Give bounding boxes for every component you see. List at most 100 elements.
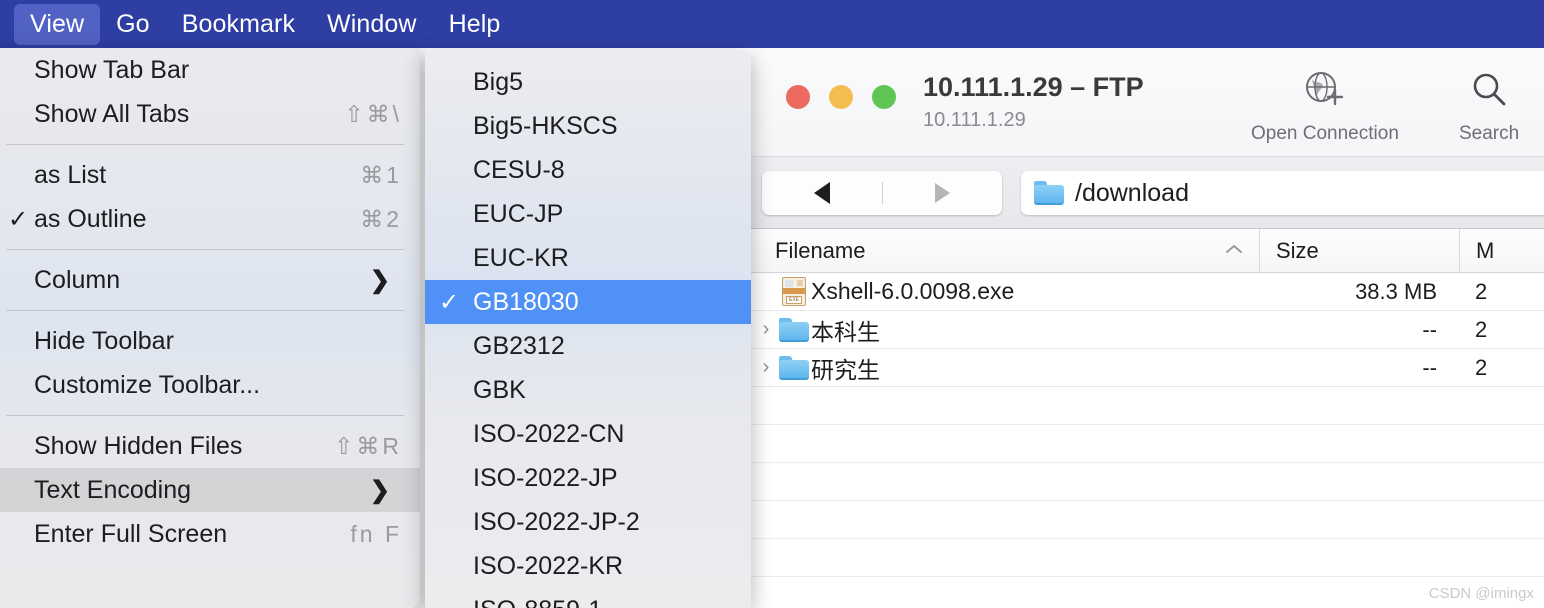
table-row[interactable]: › EXE Xshell-6.0.0098.exe 38.3 MB 2 [751, 273, 1544, 311]
column-header-size-label: Size [1276, 237, 1319, 263]
menu-item-shortcut: fn F [350, 520, 402, 547]
encoding-item-label: Big5-HKSCS [473, 111, 618, 140]
column-header-filename[interactable]: Filename [751, 229, 1259, 272]
forward-arrow-icon [934, 183, 950, 203]
file-modified: 2 [1475, 316, 1488, 342]
encoding-item-euc-kr[interactable]: ✓ EUC-KR [425, 236, 751, 280]
menu-item-enter-full-screen[interactable]: ✓ Enter Full Screen fn F [0, 512, 420, 556]
file-name: Xshell-6.0.0098.exe [811, 278, 1015, 304]
zoom-window-button[interactable] [872, 85, 896, 109]
path-text: /download [1075, 178, 1189, 207]
encoding-item-cesu-8[interactable]: ✓ CESU-8 [425, 148, 751, 192]
encoding-item-label: ISO-2022-KR [473, 551, 624, 580]
menu-help[interactable]: Help [433, 4, 517, 45]
menu-item-label: Text Encoding [34, 475, 192, 504]
ftp-window: 10.111.1.29 – FTP 10.111.1.29 Open Conne… [751, 45, 1544, 608]
encoding-item-label: GBK [473, 375, 526, 404]
encoding-item-gbk[interactable]: ✓ GBK [425, 368, 751, 412]
encoding-item-gb2312[interactable]: ✓ GB2312 [425, 324, 751, 368]
navigation-bar: /download [751, 157, 1544, 229]
menu-item-label: Customize Toolbar... [34, 370, 261, 399]
encoding-item-euc-jp[interactable]: ✓ EUC-JP [425, 192, 751, 236]
menu-item-label: Show Tab Bar [34, 55, 190, 84]
back-button[interactable] [762, 171, 882, 215]
menu-view[interactable]: View [14, 3, 101, 45]
menu-item-show-tab-bar[interactable]: ✓ Show Tab Bar [0, 48, 420, 92]
encoding-item-big5-hkscs[interactable]: ✓ Big5-HKSCS [425, 104, 751, 148]
table-row[interactable]: › 研究生 -- 2 [751, 349, 1544, 387]
file-size: -- [1422, 354, 1437, 380]
sort-ascending-icon [1223, 239, 1245, 262]
forward-button[interactable] [883, 171, 1003, 215]
menu-item-show-hidden-files[interactable]: ✓ Show Hidden Files ⇧⌘R [0, 424, 420, 468]
file-name: 本科生 [811, 318, 880, 345]
encoding-item-iso-8859-1[interactable]: ✓ ISO-8859-1 [425, 588, 751, 608]
column-header-size[interactable]: Size [1259, 229, 1459, 272]
menu-go[interactable]: Go [100, 4, 166, 45]
window-subtitle: 10.111.1.29 [923, 109, 1026, 131]
open-connection-button[interactable]: Open Connection [1251, 70, 1399, 145]
disclosure-triangle-icon[interactable]: › [755, 318, 777, 341]
folder-icon [1034, 181, 1064, 205]
folder-icon [777, 317, 811, 342]
file-size: -- [1422, 316, 1437, 342]
menu-item-customize-toolbar[interactable]: ✓ Customize Toolbar... [0, 363, 420, 407]
encoding-item-label: ISO-2022-JP [473, 463, 618, 492]
encoding-item-iso-2022-jp-2[interactable]: ✓ ISO-2022-JP-2 [425, 500, 751, 544]
encoding-item-iso-2022-cn[interactable]: ✓ ISO-2022-CN [425, 412, 751, 456]
close-window-button[interactable] [786, 85, 810, 109]
row-name-cell: › 本科生 [751, 313, 1259, 347]
row-name-cell: › EXE Xshell-6.0.0098.exe [751, 277, 1259, 306]
menu-separator [6, 415, 404, 416]
empty-row [751, 425, 1544, 463]
menu-item-text-encoding[interactable]: ✓ Text Encoding ❯ [0, 468, 420, 512]
screen-root: 10.111.1.29 – FTP 10.111.1.29 Open Conne… [0, 0, 1544, 608]
file-list-empty-area [751, 387, 1544, 608]
encoding-item-label: ISO-2022-CN [473, 419, 625, 448]
menu-item-shortcut: ⌘1 [360, 161, 402, 188]
nav-segmented-control [762, 171, 1002, 215]
file-name: 研究生 [811, 356, 880, 383]
encoding-item-big5[interactable]: ✓ Big5 [425, 60, 751, 104]
menu-item-show-all-tabs[interactable]: ✓ Show All Tabs ⇧⌘\ [0, 92, 420, 136]
menu-item-column[interactable]: ✓ Column ❯ [0, 258, 420, 302]
open-connection-label: Open Connection [1251, 123, 1399, 144]
row-name-cell: › 研究生 [751, 351, 1259, 385]
menu-item-label: Show All Tabs [34, 99, 190, 128]
column-header-modified[interactable]: M [1459, 229, 1544, 272]
search-label: Search [1459, 123, 1520, 144]
menu-item-hide-toolbar[interactable]: ✓ Hide Toolbar [0, 319, 420, 363]
menu-bookmark[interactable]: Bookmark [166, 4, 311, 45]
encoding-item-iso-2022-kr[interactable]: ✓ ISO-2022-KR [425, 544, 751, 588]
menu-separator [6, 249, 404, 250]
table-row[interactable]: › 本科生 -- 2 [751, 311, 1544, 349]
menu-bar-clipped-item[interactable]: : [0, 10, 14, 39]
menu-item-as-outline[interactable]: ✓ as Outline ⌘2 [0, 197, 420, 241]
encoding-item-gb18030[interactable]: ✓ GB18030 [425, 280, 751, 324]
view-menu-dropdown: ✓ Show Tab Bar ✓ Show All Tabs ⇧⌘\ ✓ as … [0, 48, 420, 608]
search-button[interactable]: Search [1459, 70, 1519, 145]
encoding-item-iso-2022-jp[interactable]: ✓ ISO-2022-JP [425, 456, 751, 500]
menu-separator [6, 144, 404, 145]
empty-row [751, 387, 1544, 425]
empty-row [751, 577, 1544, 608]
menu-item-label: Hide Toolbar [34, 326, 174, 355]
menu-item-shortcut: ⇧⌘R [334, 432, 402, 459]
window-titlebar: 10.111.1.29 – FTP 10.111.1.29 Open Conne… [751, 45, 1544, 157]
menu-item-shortcut: ⌘2 [360, 205, 402, 232]
path-field[interactable]: /download [1021, 171, 1544, 215]
file-size: 38.3 MB [1355, 278, 1437, 304]
globe-plus-icon [1303, 70, 1347, 115]
menu-item-as-list[interactable]: ✓ as List ⌘1 [0, 153, 420, 197]
encoding-item-label: ISO-2022-JP-2 [473, 507, 640, 536]
empty-row [751, 463, 1544, 501]
menu-item-label: Show Hidden Files [34, 431, 243, 460]
menu-item-label: Column [34, 265, 121, 294]
file-table-header: Filename Size M [751, 229, 1544, 273]
minimize-window-button[interactable] [829, 85, 853, 109]
encoding-item-label: EUC-KR [473, 243, 569, 272]
disclosure-triangle-icon[interactable]: › [755, 356, 777, 379]
checkmark-icon: ✓ [8, 205, 29, 233]
empty-row [751, 539, 1544, 577]
menu-window[interactable]: Window [311, 4, 433, 45]
